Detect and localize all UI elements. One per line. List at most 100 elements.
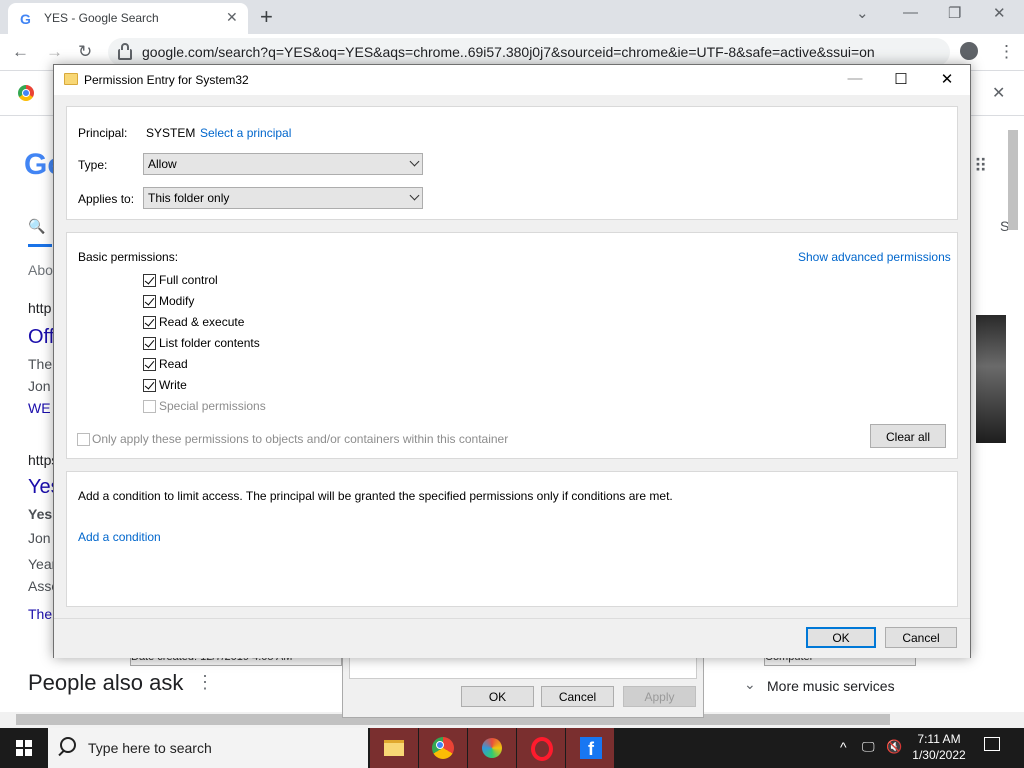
more-music-services[interactable]: More music services [767, 678, 895, 694]
select-principal-link[interactable]: Select a principal [200, 126, 291, 140]
close-tab-icon[interactable]: ✕ [226, 9, 238, 26]
clock-date: 1/30/2022 [912, 748, 966, 762]
read-execute-checkbox[interactable] [143, 316, 156, 329]
tab-title: YES - Google Search [44, 11, 159, 25]
search-icon[interactable]: 🔍 [28, 218, 45, 235]
show-hidden-icons-icon[interactable]: ^ [840, 739, 847, 755]
notifications-icon[interactable] [984, 737, 1000, 751]
chrome-taskbar-icon[interactable] [419, 728, 467, 768]
url-text: google.com/search?q=YES&oq=YES&aqs=chrom… [142, 44, 875, 60]
chrome-logo-icon [18, 85, 34, 101]
result-stats: Abo [28, 262, 53, 278]
principal-label: Principal: [78, 126, 128, 140]
clock-time: 7:11 AM [917, 732, 961, 746]
back-cancel-button[interactable]: Cancel [541, 686, 614, 707]
applies-to-chevron-down-icon [409, 190, 420, 201]
taskbar-search-box[interactable]: Type here to search [48, 728, 368, 768]
people-also-ask-heading: People also ask [28, 670, 184, 695]
read-execute-label[interactable]: Read & execute [159, 315, 244, 329]
read-checkbox[interactable] [143, 358, 156, 371]
write-checkbox[interactable] [143, 379, 156, 392]
volume-muted-icon[interactable]: 🔇 [886, 739, 902, 755]
knowledge-panel-image[interactable] [976, 315, 1006, 443]
background-dialog: OK Cancel Apply [342, 650, 704, 718]
condition-description: Add a condition to limit access. The pri… [78, 489, 673, 503]
reload-icon[interactable]: ↻ [78, 42, 92, 62]
condition-panel: Add a condition to limit access. The pri… [66, 471, 958, 607]
read-label[interactable]: Read [159, 357, 188, 371]
result-link-we[interactable]: WE [28, 400, 51, 416]
write-label[interactable]: Write [159, 378, 187, 392]
folder-icon [64, 73, 78, 85]
paint-taskbar-icon[interactable] [468, 728, 516, 768]
google-favicon-icon: G [20, 11, 31, 27]
close-window-icon[interactable]: ✕ [993, 4, 1006, 22]
list-folder-contents-label[interactable]: List folder contents [159, 336, 260, 350]
back-ok-button[interactable]: OK [461, 686, 534, 707]
clock[interactable]: 7:11 AM 1/30/2022 [908, 731, 970, 763]
more-options-icon[interactable]: ⋮ [196, 672, 214, 693]
principal-panel: Principal: SYSTEM Select a principal Typ… [66, 106, 958, 220]
network-icon[interactable]: 🖵 [862, 739, 875, 755]
browser-tab[interactable]: G YES - Google Search ✕ [8, 3, 248, 34]
clear-all-button[interactable]: Clear all [870, 424, 946, 448]
profile-avatar-icon[interactable] [960, 42, 978, 60]
permission-entry-dialog: Permission Entry for System32 — ☐ ✕ Prin… [53, 64, 971, 658]
ok-button[interactable]: OK [806, 627, 876, 648]
result-link-the[interactable]: The [28, 606, 52, 622]
chevron-down-icon[interactable]: ⌄ [744, 676, 756, 693]
dialog-titlebar[interactable]: Permission Entry for System32 — ☐ ✕ [54, 65, 970, 95]
show-advanced-permissions-link[interactable]: Show advanced permissions [798, 250, 951, 264]
menu-kebab-icon[interactable]: ⋮ [998, 42, 1015, 62]
add-condition-link[interactable]: Add a condition [78, 530, 161, 544]
result-title-1[interactable]: Off [28, 326, 54, 349]
special-permissions-checkbox[interactable] [143, 400, 156, 413]
only-apply-checkbox[interactable] [77, 433, 90, 446]
back-apply-button[interactable]: Apply [623, 686, 696, 707]
minimize-window-icon[interactable]: — [903, 4, 918, 21]
special-permissions-label: Special permissions [159, 399, 266, 413]
modify-checkbox[interactable] [143, 295, 156, 308]
facebook-taskbar-icon[interactable]: f [566, 728, 614, 768]
search-handle [58, 749, 65, 757]
new-tab-icon[interactable]: + [260, 4, 273, 30]
dialog-minimize-icon[interactable]: — [832, 70, 878, 87]
file-explorer-taskbar-icon[interactable] [370, 728, 418, 768]
restore-window-icon[interactable]: ❐ [948, 4, 961, 22]
forward-icon[interactable]: → [46, 42, 63, 62]
full-control-label[interactable]: Full control [159, 273, 218, 287]
type-label: Type: [78, 158, 108, 172]
applies-to-select-value: This folder only [148, 191, 230, 205]
type-select-value: Allow [148, 157, 177, 171]
taskbar-search-placeholder: Type here to search [88, 740, 212, 756]
close-infobar-icon[interactable]: ✕ [992, 83, 1005, 103]
page-scrollbar-thumb[interactable] [1008, 130, 1018, 230]
windows-start-icon[interactable] [16, 740, 32, 756]
principal-value: SYSTEM [146, 126, 196, 140]
dialog-maximize-icon[interactable]: ☐ [878, 70, 924, 88]
result-snippet-1: The [28, 356, 53, 372]
basic-permissions-label: Basic permissions: [78, 250, 179, 264]
cancel-button[interactable]: Cancel [885, 627, 957, 648]
full-control-checkbox[interactable] [143, 274, 156, 287]
dialog-title: Permission Entry for System32 [84, 73, 249, 87]
dialog-close-icon[interactable]: ✕ [924, 70, 970, 88]
result-url-1[interactable]: http [28, 300, 51, 316]
opera-taskbar-icon[interactable] [517, 728, 565, 768]
applies-to-select[interactable]: This folder only [143, 187, 423, 209]
list-folder-contents-checkbox[interactable] [143, 337, 156, 350]
type-chevron-down-icon [409, 156, 420, 167]
result-snippet-2: Jon [28, 378, 51, 394]
all-tab-indicator [28, 244, 52, 247]
apps-grid-icon[interactable]: ⠿ [974, 156, 987, 177]
permissions-panel: Basic permissions: Show advanced permiss… [66, 232, 958, 459]
result-snippet-3: Yes [28, 506, 53, 522]
back-icon[interactable]: ← [12, 42, 29, 62]
type-select[interactable]: Allow [143, 153, 423, 175]
browser-tab-strip: G YES - Google Search ✕ + ⌄ — ❐ ✕ [0, 0, 1024, 34]
address-bar[interactable]: google.com/search?q=YES&oq=YES&aqs=chrom… [108, 38, 950, 66]
tab-search-icon[interactable]: ⌄ [856, 4, 869, 22]
only-apply-label: Only apply these permissions to objects … [92, 432, 509, 446]
applies-to-label: Applies to: [78, 192, 135, 206]
modify-label[interactable]: Modify [159, 294, 194, 308]
